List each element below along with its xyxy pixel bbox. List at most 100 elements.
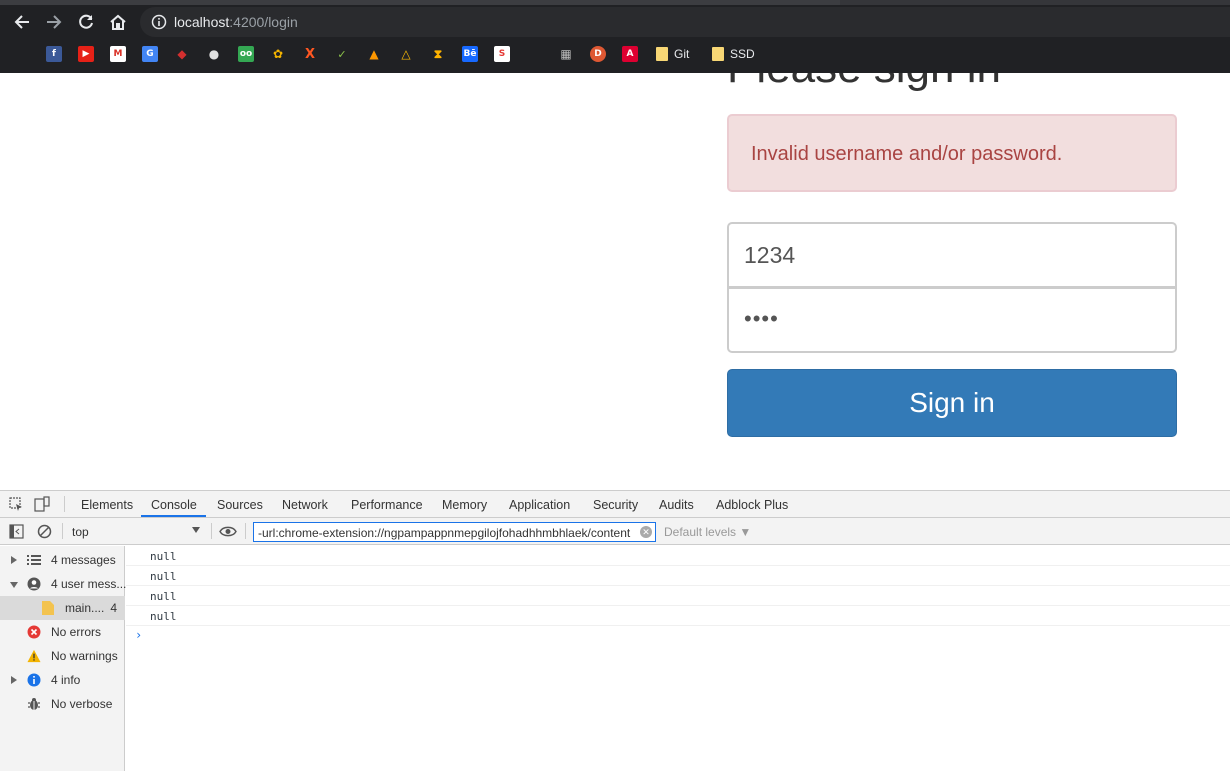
forward-button[interactable] <box>42 10 66 34</box>
forward-arrow-icon <box>47 15 62 29</box>
translate-bookmark-icon[interactable]: G <box>142 46 158 62</box>
log-row: null <box>126 586 1230 606</box>
tab-audits[interactable]: Audits <box>659 498 694 512</box>
tab-sources[interactable]: Sources <box>217 498 263 512</box>
bookmarks-bar: f ▶ M G ◆ ● oo ✿ X ✓ ▲ △ ⧗ Bē S ▦ D A Gi… <box>0 42 1230 66</box>
chart-bookmark-icon[interactable]: ✓ <box>334 46 350 62</box>
sidebar-item-info[interactable]: 4 info <box>0 668 125 692</box>
sidebar-item-label: 4 messages <box>51 553 116 567</box>
sidebar-item-label: No errors <box>51 625 102 639</box>
active-tab[interactable] <box>0 0 840 5</box>
red-square-bookmark-icon[interactable]: S <box>494 46 510 62</box>
car-bookmark-icon[interactable]: ▦ <box>558 46 574 62</box>
console-sidebar: 4 messages 4 user mess... main.... 4 No … <box>0 546 126 771</box>
folder-icon <box>712 47 724 61</box>
log-row: null <box>126 606 1230 626</box>
tab-security[interactable]: Security <box>593 498 638 512</box>
sidebar-item-user-messages[interactable]: 4 user mess... <box>0 572 126 596</box>
sidebar-item-verbose[interactable]: No verbose <box>0 692 125 716</box>
sidebar-item-label: No warnings <box>51 649 118 663</box>
password-input[interactable]: •••• <box>727 287 1177 353</box>
user-icon <box>27 577 41 591</box>
console-prompt[interactable]: › <box>135 628 142 642</box>
eye-icon[interactable] <box>219 525 237 538</box>
sidebar-item-main-file[interactable]: main.... 4 <box>0 596 125 620</box>
console-toolbar: top -url:chrome-extension://ngpampappnme… <box>0 518 1230 545</box>
filter-input[interactable]: -url:chrome-extension://ngpampappnmepgil… <box>253 522 656 542</box>
behance-bookmark-icon[interactable]: Bē <box>462 46 478 62</box>
console-log: null null null null › <box>126 546 1230 771</box>
sidebar-item-messages[interactable]: 4 messages <box>0 548 125 572</box>
url-path: :4200/login <box>229 14 298 30</box>
owl-bookmark-icon[interactable]: oo <box>238 46 254 62</box>
file-icon <box>41 601 55 615</box>
divider <box>64 496 65 512</box>
levels-dropdown[interactable]: Default levels ▼ <box>664 525 751 539</box>
context-select[interactable]: top <box>68 522 206 542</box>
divider <box>62 523 63 539</box>
reload-icon <box>79 14 93 29</box>
collapse-arrow-icon <box>10 582 18 588</box>
duckduckgo-bookmark-icon[interactable]: D <box>590 46 606 62</box>
home-icon <box>110 14 126 30</box>
signin-label: Sign in <box>909 387 995 418</box>
drive-bookmark-icon[interactable]: △ <box>398 46 414 62</box>
youtube-bookmark-icon[interactable]: ▶ <box>78 46 94 62</box>
sidebar-item-label: main.... <box>65 601 105 615</box>
clear-filter-icon[interactable]: ✕ <box>640 526 652 538</box>
browser-toolbar: localhost:4200/login f ▶ M G ◆ ● oo ✿ X … <box>0 0 1230 73</box>
expand-arrow-icon <box>11 676 17 684</box>
expand-arrow-icon <box>11 556 17 564</box>
tab-memory[interactable]: Memory <box>442 498 487 512</box>
error-icon <box>27 625 41 639</box>
sidebar-item-warnings[interactable]: No warnings <box>0 644 125 668</box>
filter-value: -url:chrome-extension://ngpampappnmepgil… <box>258 526 631 540</box>
tab-application[interactable]: Application <box>509 498 570 512</box>
emblem-bookmark-icon[interactable]: ✿ <box>270 46 286 62</box>
angular-bookmark-icon[interactable]: A <box>622 46 638 62</box>
facebook-bookmark-icon[interactable]: f <box>46 46 62 62</box>
inspect-icon[interactable] <box>9 497 24 512</box>
error-alert: Invalid username and/or password. <box>727 114 1177 192</box>
x-bookmark-icon[interactable]: X <box>302 46 318 62</box>
list-icon <box>27 553 41 567</box>
reload-button[interactable] <box>74 10 98 34</box>
devtools-panel: Elements Console Sources Network Perform… <box>0 490 1230 771</box>
bookmark-folder-git[interactable]: Git <box>656 46 689 62</box>
page-viewport: Please sign in Invalid username and/or p… <box>0 73 1230 490</box>
tab-adblock-plus[interactable]: Adblock Plus <box>716 498 788 512</box>
sidebar-toggle-icon[interactable] <box>9 524 24 539</box>
log-text: null <box>150 610 177 623</box>
active-tab-indicator <box>141 515 206 517</box>
password-value: •••• <box>744 306 779 331</box>
username-input[interactable]: 1234 <box>727 222 1177 288</box>
hourglass-bookmark-icon[interactable]: ⧗ <box>430 46 446 62</box>
url-text: localhost:4200/login <box>174 14 298 30</box>
signin-button[interactable]: Sign in <box>727 369 1177 437</box>
bookmark-folder-label: Git <box>674 47 690 61</box>
device-toolbar-icon[interactable] <box>34 496 50 512</box>
home-button[interactable] <box>106 10 130 34</box>
tower-bookmark-icon[interactable]: ▲ <box>366 46 382 62</box>
back-button[interactable] <box>10 10 34 34</box>
bug-icon <box>27 697 41 711</box>
folder-icon <box>656 47 668 61</box>
gmail-bookmark-icon[interactable]: M <box>110 46 126 62</box>
clear-console-icon[interactable] <box>37 524 52 539</box>
address-bar[interactable]: localhost:4200/login <box>140 7 1230 37</box>
tab-network[interactable]: Network <box>282 498 328 512</box>
sidebar-item-errors[interactable]: No errors <box>0 620 125 644</box>
bookmark-folder-ssd[interactable]: SSD <box>712 46 755 62</box>
sidebar-item-count: 4 <box>110 601 117 615</box>
gamepad-bookmark-icon[interactable]: ◆ <box>174 46 190 62</box>
info-icon[interactable] <box>151 14 167 30</box>
bookmark-folder-label: SSD <box>730 47 755 61</box>
spy-bookmark-icon[interactable]: ● <box>206 46 222 62</box>
tab-performance[interactable]: Performance <box>351 498 423 512</box>
tab-console[interactable]: Console <box>151 498 197 512</box>
tab-elements[interactable]: Elements <box>81 498 133 512</box>
log-row: null <box>126 566 1230 586</box>
log-text: null <box>150 590 177 603</box>
context-value: top <box>72 525 89 539</box>
divider <box>245 523 246 539</box>
